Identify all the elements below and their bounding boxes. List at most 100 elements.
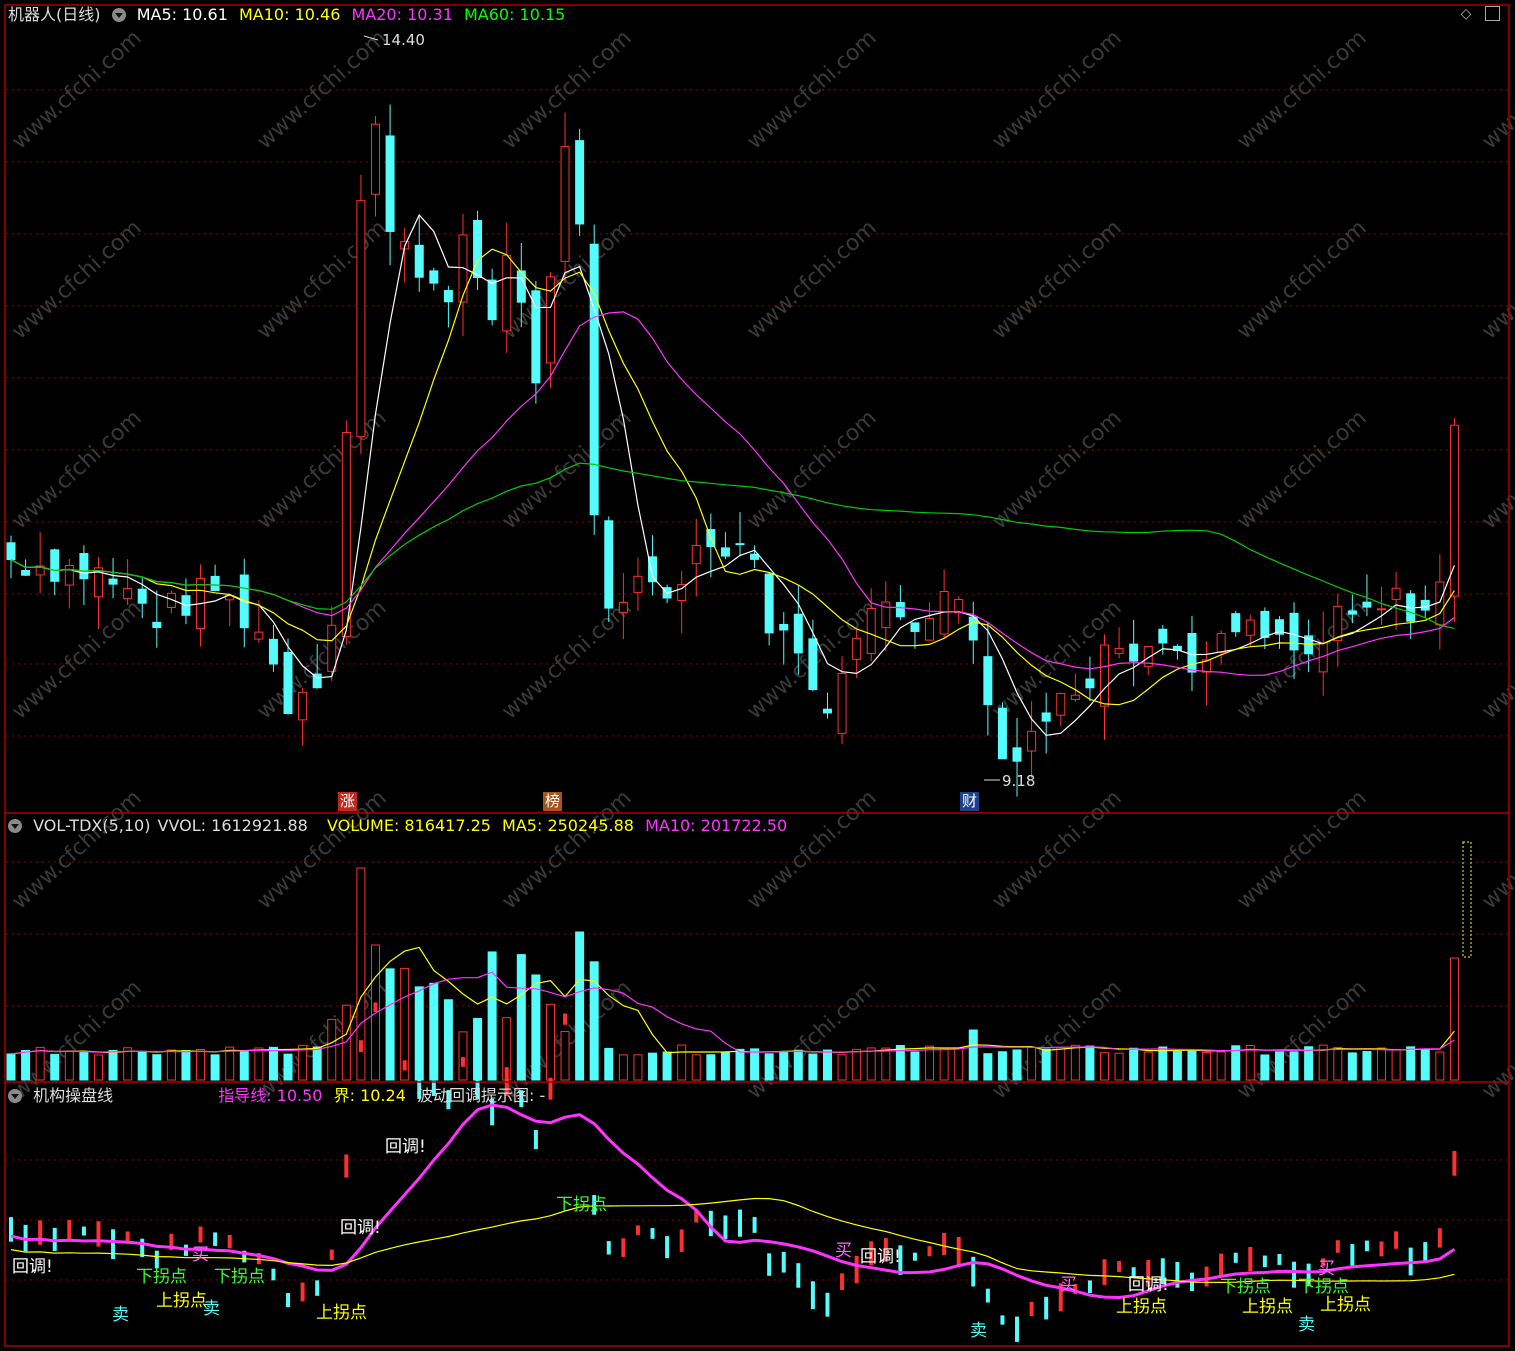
indicator-bar bbox=[679, 1229, 684, 1252]
candle-body bbox=[50, 549, 60, 582]
candle-body bbox=[589, 243, 599, 516]
sell-label: 卖 bbox=[112, 1305, 129, 1325]
indicator-bar bbox=[329, 1249, 334, 1260]
vvol-value: VVOL: 1612921.88 bbox=[157, 816, 308, 835]
volume-indicator-title: VOL-TDX(5,10) bbox=[33, 816, 151, 835]
candle-body bbox=[604, 520, 614, 609]
indicator-title: 机构操盘线 bbox=[33, 1086, 114, 1105]
chevron-down-icon[interactable] bbox=[8, 1089, 22, 1103]
indicator-bar bbox=[1262, 1255, 1267, 1268]
indicator-bar bbox=[723, 1215, 728, 1240]
volume-bar bbox=[968, 1029, 978, 1081]
buy-label: 买 bbox=[1318, 1259, 1335, 1279]
candle-body bbox=[371, 123, 380, 195]
indicator-bar bbox=[1350, 1244, 1355, 1266]
high-price-label: 14.40 bbox=[382, 31, 425, 49]
bound-value: 界: 10.24 bbox=[333, 1086, 406, 1105]
candle-body bbox=[1231, 613, 1241, 633]
indicator-bar bbox=[388, 1055, 393, 1067]
indicator-bar bbox=[635, 1225, 640, 1235]
volume-bar bbox=[473, 1018, 483, 1081]
low-price-label: 9.18 bbox=[1002, 772, 1036, 790]
volume-bar bbox=[458, 1031, 468, 1081]
volume-bar bbox=[254, 1047, 264, 1081]
candle-body bbox=[750, 553, 760, 560]
indicator-bar bbox=[927, 1246, 932, 1257]
candle-body bbox=[735, 543, 745, 546]
chevron-down-icon[interactable] bbox=[111, 8, 126, 22]
candle-body bbox=[925, 617, 935, 641]
volume-bar bbox=[268, 1046, 278, 1081]
indicator-bar bbox=[38, 1220, 43, 1245]
indicator-bar bbox=[825, 1292, 830, 1317]
indicator-bar bbox=[621, 1238, 626, 1257]
candle-body bbox=[1114, 647, 1124, 654]
indicator-bar bbox=[752, 1217, 757, 1233]
candle-body bbox=[21, 569, 31, 576]
window-maximize-icon[interactable] bbox=[1485, 6, 1500, 21]
sell-label: 卖 bbox=[970, 1321, 987, 1341]
indicator-bar bbox=[271, 1268, 276, 1281]
volume-bar bbox=[837, 1054, 847, 1081]
diamond-icon[interactable]: ◇ bbox=[1458, 6, 1474, 22]
watermark-text: www.cfchi.com bbox=[1232, 976, 1371, 1105]
up-turn-label: 上拐点 bbox=[1116, 1297, 1167, 1317]
candle-body bbox=[954, 599, 964, 614]
volume-bar bbox=[1056, 1046, 1066, 1081]
down-turn-label: 下拐点 bbox=[1220, 1277, 1271, 1297]
indicator-bar bbox=[1277, 1253, 1282, 1265]
volume-bar bbox=[312, 1046, 322, 1081]
watermark-text: www.cfchi.com bbox=[7, 406, 146, 535]
volume-bar bbox=[152, 1054, 162, 1081]
volume-bar bbox=[1333, 1046, 1343, 1081]
volume-ma10-line bbox=[10, 971, 1455, 1055]
watermark-text: www.cfchi.com bbox=[252, 406, 391, 535]
down-turn-label: 下拐点 bbox=[556, 1195, 607, 1215]
chevron-down-icon[interactable] bbox=[8, 819, 22, 833]
watermark-text: www.cfchi.com bbox=[1232, 216, 1371, 345]
candle-body bbox=[545, 276, 555, 364]
indicator-bar bbox=[956, 1236, 961, 1267]
volume-bar bbox=[1377, 1047, 1387, 1081]
volume-bar bbox=[1420, 1048, 1430, 1081]
volume-bar bbox=[1260, 1054, 1270, 1081]
volume-bar bbox=[939, 1047, 949, 1081]
volume-bar bbox=[750, 1048, 760, 1081]
volume-bar bbox=[283, 1053, 293, 1081]
candle-body bbox=[808, 638, 818, 690]
candle-body bbox=[1449, 424, 1459, 597]
watermark-text: www.cfchi.com bbox=[252, 216, 391, 345]
indicator-bar bbox=[67, 1220, 72, 1242]
indicator-bar bbox=[1452, 1150, 1457, 1176]
candle-body bbox=[720, 547, 730, 557]
volume-bar bbox=[123, 1047, 133, 1081]
indicator-bar bbox=[1364, 1240, 1369, 1252]
volume-ma5-value: MA5: 250245.88 bbox=[502, 816, 634, 835]
volume-bar bbox=[1216, 1051, 1226, 1081]
candle-body bbox=[1187, 633, 1197, 673]
up-turn-label: 上拐点 bbox=[316, 1303, 367, 1323]
candle-body bbox=[137, 588, 147, 604]
candle-body bbox=[822, 708, 832, 714]
volume-bar bbox=[1187, 1050, 1197, 1081]
watermark-text: www.cfchi.com bbox=[7, 26, 146, 155]
limit-up-tag[interactable]: 涨 bbox=[338, 792, 358, 811]
volume-bar bbox=[1100, 1052, 1109, 1081]
indicator-bar bbox=[1000, 1315, 1005, 1325]
indicator-bar bbox=[606, 1241, 611, 1255]
volume-bar bbox=[1347, 1052, 1357, 1081]
volume-bar bbox=[1274, 1051, 1284, 1081]
chart-canvas[interactable]: www.cfchi.com www.cfchi.com www.cfchi.com w… bbox=[0, 0, 1515, 1351]
volume-bar bbox=[997, 1051, 1007, 1081]
volume-bar bbox=[1391, 1048, 1401, 1081]
finance-tag[interactable]: 财 bbox=[960, 792, 980, 811]
up-turn-label: 上拐点 bbox=[156, 1291, 207, 1311]
indicator-bar bbox=[1394, 1231, 1399, 1249]
indicator-bar bbox=[563, 1013, 568, 1025]
volume-bar bbox=[239, 1050, 249, 1081]
indicator-bar bbox=[1437, 1228, 1442, 1248]
ranking-tag[interactable]: 榜 bbox=[543, 792, 563, 811]
volume-bar bbox=[516, 954, 526, 1081]
volume-bar bbox=[1449, 957, 1459, 1081]
indicator-bar bbox=[358, 1040, 363, 1053]
